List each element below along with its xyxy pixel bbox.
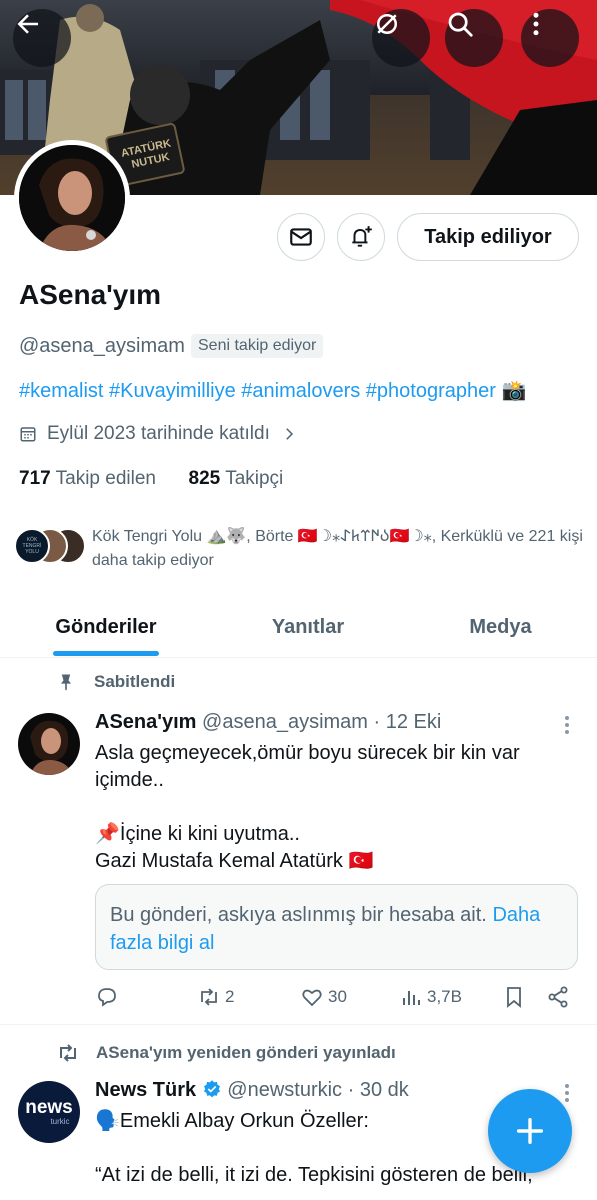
- chevron-right-icon: [286, 428, 293, 440]
- share-icon: [548, 986, 568, 1008]
- post-header: News Türk @newsturkic · 30 dk: [95, 1079, 409, 1102]
- bookmark-icon: [507, 987, 521, 1008]
- mutual-followers[interactable]: KÖK TENGRİ YOLU Kök Tengri Yolu ⛰️🐺, Bör…: [14, 525, 589, 573]
- mutual-followers-text: Kök Tengri Yolu ⛰️🐺, Börte 🇹🇷☽⁎𐰉𐰇𐰼𐱅𐰀🇹🇷☽⁎…: [92, 528, 583, 569]
- more-vertical-icon: [533, 12, 539, 36]
- active-tab-indicator: [53, 651, 159, 656]
- notice-text: Bu gönderi, askıya aslınmış bir hesaba a…: [110, 904, 487, 926]
- message-button[interactable]: [277, 213, 325, 261]
- profile-bio: #kemalist #Kuvayimilliye #animalovers #p…: [19, 378, 526, 403]
- repost-icon: [60, 1044, 76, 1062]
- more-button[interactable]: [521, 9, 579, 67]
- repost-icon: [201, 988, 217, 1006]
- search-icon: [448, 12, 473, 37]
- avatar: [19, 145, 125, 251]
- post-avatar[interactable]: [18, 713, 80, 775]
- bookmark-button[interactable]: [502, 985, 526, 1009]
- profile-avatar[interactable]: [14, 140, 130, 256]
- post-line: Asla geçmeyecek,ömür boyu sürecek bir ki…: [95, 742, 520, 791]
- like-count: 30: [328, 987, 347, 1006]
- post-actions: 2 30 3,7B: [95, 985, 575, 1011]
- envelope-icon: [290, 228, 312, 246]
- tab-media[interactable]: Medya: [404, 598, 597, 657]
- arrow-left-icon: [17, 14, 38, 34]
- bell-plus-icon: [352, 226, 372, 247]
- follow-stats: 717 Takip edilen 825 Takipçi: [19, 468, 283, 490]
- grok-icon: [377, 14, 397, 34]
- following-stat[interactable]: 717 Takip edilen: [19, 468, 156, 489]
- followers-count: 825: [188, 468, 221, 489]
- repost-button[interactable]: 2: [197, 985, 234, 1009]
- views-count: 3,7B: [427, 987, 462, 1006]
- profile-tabs: Gönderiler Yanıtlar Medya: [0, 598, 597, 658]
- bio-hashtags[interactable]: #kemalist #Kuvayimilliye #animalovers #p…: [19, 380, 496, 402]
- views-button[interactable]: 3,7B: [399, 985, 462, 1009]
- followers-stat[interactable]: 825 Takipçi: [189, 468, 284, 489]
- suspended-notice: Bu gönderi, askıya aslınmış bir hesaba a…: [95, 884, 578, 970]
- post-time[interactable]: · 12 Eki: [374, 711, 442, 733]
- followers-label: Takipçi: [225, 468, 284, 489]
- profile-name: ASena'yım: [19, 279, 162, 310]
- following-label: Takip edilen: [55, 468, 156, 489]
- grok-button[interactable]: [372, 9, 430, 67]
- post-text: Asla geçmeyecek,ömür boyu sürecek bir ki…: [95, 740, 565, 875]
- reply-icon: [98, 988, 116, 1007]
- repost-count: 2: [225, 987, 235, 1006]
- post-avatar[interactable]: news turkic: [18, 1081, 80, 1143]
- following-button[interactable]: Takip ediliyor: [397, 213, 579, 261]
- like-button[interactable]: 30: [300, 985, 347, 1009]
- pinned-label: Sabitlendi: [56, 672, 175, 692]
- tab-replies[interactable]: Yanıtlar: [212, 598, 404, 657]
- bio-emoji: 📸: [501, 380, 527, 402]
- compose-button[interactable]: [488, 1089, 572, 1173]
- notify-button[interactable]: [337, 213, 385, 261]
- post-author-name[interactable]: ASena'yım: [95, 711, 196, 733]
- search-button[interactable]: [445, 9, 503, 67]
- share-button[interactable]: [546, 985, 570, 1009]
- views-icon: [403, 991, 420, 1005]
- joined-text: Eylül 2023 tarihinde katıldı: [47, 423, 270, 444]
- post-author-handle[interactable]: @newsturkic: [227, 1079, 342, 1101]
- post-line-blank: [95, 794, 565, 821]
- post-author-handle[interactable]: @asena_aysimam: [202, 711, 368, 733]
- post-header: ASena'yım @asena_aysimam · 12 Eki: [95, 711, 441, 734]
- tab-posts[interactable]: Gönderiler: [0, 598, 212, 657]
- joined-date[interactable]: Eylül 2023 tarihinde katıldı: [19, 423, 298, 445]
- post-author-name[interactable]: News Türk: [95, 1079, 196, 1101]
- reply-button[interactable]: [95, 985, 119, 1009]
- news-logo-subtext: turkic: [50, 1117, 70, 1126]
- pinned-text: Sabitlendi: [94, 672, 176, 691]
- plus-icon: [516, 1117, 544, 1145]
- profile-handle: @asena_aysimam: [19, 335, 185, 357]
- post-line: “At izi de belli, it izi de. Tepkisini g…: [95, 1164, 533, 1186]
- post-more-icon[interactable]: [557, 713, 577, 737]
- following-count: 717: [19, 468, 51, 489]
- mutual-avatar: KÖK TENGRİ YOLU: [14, 528, 50, 564]
- post-divider: [0, 1024, 597, 1025]
- repost-context[interactable]: ASena'yım yeniden gönderi yayınladı: [56, 1041, 396, 1065]
- post-line: Gazi Mustafa Kemal Atatürk 🇹🇷: [95, 850, 374, 872]
- mutual-avatars: KÖK TENGRİ YOLU: [14, 525, 88, 565]
- heart-icon: [302, 989, 322, 1007]
- repost-context-text: ASena'yım yeniden gönderi yayınladı: [96, 1043, 396, 1062]
- mutual-avatar-text: KÖK TENGRİ YOLU: [22, 537, 42, 555]
- follows-you-badge: Seni takip ediyor: [191, 334, 324, 358]
- back-button[interactable]: [13, 9, 71, 67]
- verified-badge-icon: [203, 1080, 220, 1098]
- pin-icon: [61, 674, 71, 691]
- post-line: 📌İçine ki kini uyutma..: [95, 823, 300, 845]
- post-time[interactable]: · 30 dk: [348, 1079, 409, 1101]
- calendar-icon: [20, 427, 36, 442]
- news-logo-text: news: [25, 1097, 73, 1118]
